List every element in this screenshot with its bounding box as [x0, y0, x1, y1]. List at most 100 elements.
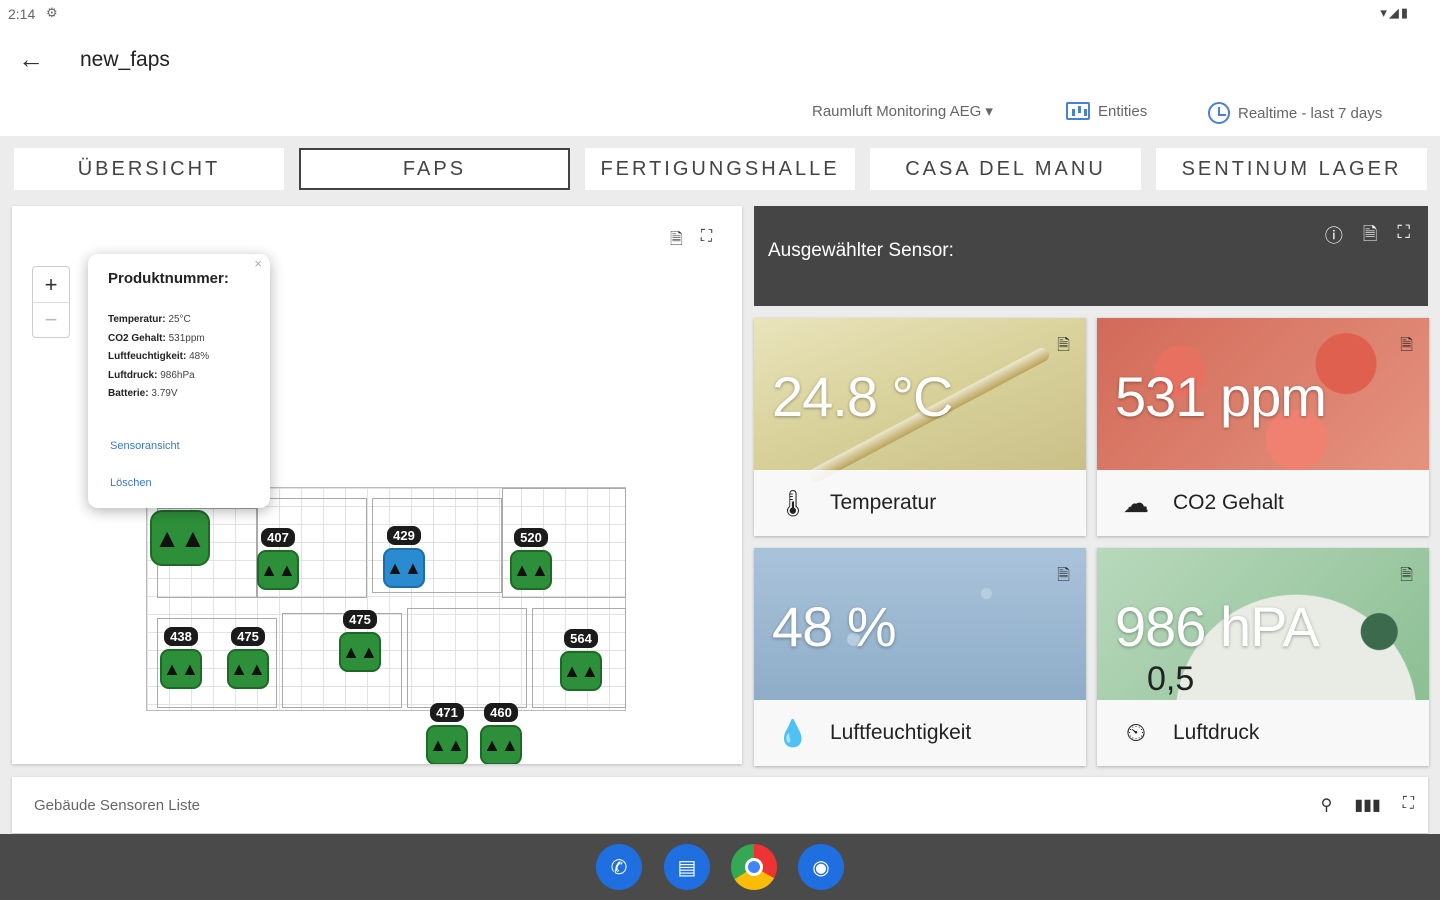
- card-footer: 💧 Luftfeuchtigkeit: [754, 700, 1086, 766]
- sensor-pin-icon: ▲▲: [257, 550, 299, 590]
- popup-row-key: Luftfeuchtigkeit:: [108, 351, 187, 362]
- popup-row-key: Batterie:: [108, 388, 149, 399]
- sensor-view-link[interactable]: Sensoransicht: [110, 440, 180, 452]
- clock-icon: [1208, 102, 1230, 124]
- export-icon[interactable]: 🗎: [1363, 222, 1377, 252]
- export-icon[interactable]: 🗎: [1400, 334, 1413, 361]
- tab-uebersicht[interactable]: ÜBERSICHT: [14, 148, 284, 190]
- humidity-label: Luftfeuchtigkeit: [830, 721, 972, 744]
- entities-label: Entities: [1098, 102, 1148, 120]
- fullscreen-icon[interactable]: ⛶: [1397, 222, 1410, 252]
- droplet-icon: 💧: [776, 717, 810, 748]
- fullscreen-icon[interactable]: ⛶: [1403, 795, 1414, 815]
- selected-sensor-header: Ausgewählter Sensor: ⓘ 🗎 ⛶: [754, 206, 1428, 306]
- tab-casa-del-manu[interactable]: CASA DEL MANU: [870, 148, 1141, 190]
- close-icon[interactable]: ×: [254, 256, 262, 271]
- back-arrow-icon[interactable]: ←: [18, 44, 44, 74]
- popup-row-value: 25°C: [165, 314, 191, 325]
- tab-fertigungshalle[interactable]: FERTIGUNGSHALLE: [585, 148, 855, 190]
- popup-row-value: 48%: [186, 351, 210, 362]
- sensor-marker-label: 520: [514, 528, 548, 547]
- dashboard-select[interactable]: Raumluft Monitoring AEG ▾: [812, 102, 993, 120]
- search-icon[interactable]: ⚲: [1321, 795, 1333, 815]
- sensor-marker-label: 475: [231, 627, 265, 646]
- sensor-pin-icon: ▲▲: [426, 725, 468, 764]
- floor-room: [407, 608, 527, 708]
- card-footer: ☁ CO2 Gehalt: [1097, 470, 1429, 536]
- export-icon[interactable]: 🗎: [1057, 334, 1070, 361]
- humidity-value: 48 %: [772, 595, 897, 658]
- export-icon[interactable]: 🗎: [1057, 564, 1070, 591]
- humidity-card[interactable]: 48 % 🗎 💧 Luftfeuchtigkeit: [754, 548, 1086, 766]
- status-time: 2:14: [8, 6, 36, 22]
- sensor-pin-icon: ▲▲: [227, 649, 269, 689]
- export-icon[interactable]: 🗎: [1400, 564, 1413, 591]
- gauge-dial-label: 0,5: [1147, 660, 1195, 698]
- sensor-marker[interactable]: 429 ▲▲: [383, 526, 425, 588]
- zoom-out-button[interactable]: −: [33, 302, 69, 337]
- entities-button[interactable]: Entities: [1066, 102, 1147, 120]
- sensor-pin-icon: ▲▲: [150, 510, 210, 566]
- temperature-card[interactable]: 24.8 °C 🗎 🌡 Temperatur: [754, 318, 1086, 536]
- floorplan-image: [146, 487, 626, 711]
- sensor-marker[interactable]: 520 ▲▲: [510, 528, 552, 590]
- popup-row: Batterie: 3.79V: [108, 385, 250, 404]
- app-bar: ← new_faps: [0, 30, 1440, 90]
- sensor-pin-icon: ▲▲: [160, 649, 202, 689]
- delete-link[interactable]: Löschen: [110, 477, 152, 489]
- network-battery-icons: ▾◢▮: [1380, 5, 1410, 20]
- timewindow-label: Realtime - last 7 days: [1238, 104, 1383, 122]
- sensor-pin-icon: ▲▲: [480, 725, 522, 764]
- popup-row: Luftdruck: 986hPa: [108, 367, 250, 386]
- dashboard-select-label: Raumluft Monitoring AEG ▾: [812, 103, 993, 120]
- sensor-marker-label: 564: [564, 629, 598, 648]
- popup-row: CO2 Gehalt: 531ppm: [108, 330, 250, 349]
- gauge-icon: ⏲: [1125, 717, 1147, 747]
- messages-app-icon[interactable]: ▤: [664, 844, 710, 890]
- popup-row-value: 3.79V: [148, 388, 178, 399]
- temperature-label: Temperatur: [830, 491, 937, 514]
- sensor-marker[interactable]: 475 ▲▲: [227, 627, 269, 689]
- popup-row-key: CO2 Gehalt:: [108, 332, 166, 344]
- sensor-marker-label: 438: [164, 627, 198, 646]
- co2-value: 531 ppm: [1115, 365, 1327, 428]
- timewindow-button[interactable]: Realtime - last 7 days: [1208, 102, 1382, 124]
- selected-sensor-title: Ausgewählter Sensor:: [768, 240, 954, 261]
- state-tabs: ÜBERSICHT FAPS FERTIGUNGSHALLE CASA DEL …: [0, 136, 1440, 202]
- sensor-pin-icon: ▲▲: [383, 548, 425, 588]
- pressure-card[interactable]: 0,5 986 hPA 🗎 ⏲ Luftdruck: [1097, 548, 1429, 766]
- sensor-marker[interactable]: ▲▲: [150, 510, 210, 566]
- chrome-app-icon[interactable]: [731, 844, 777, 890]
- popup-title: Produktnummer:: [108, 270, 229, 287]
- info-icon[interactable]: ⓘ: [1325, 222, 1343, 252]
- tab-sentinum-lager[interactable]: SENTINUM LAGER: [1156, 148, 1427, 190]
- sensor-marker-label: 429: [387, 526, 421, 545]
- sensor-marker[interactable]: 471 ▲▲: [426, 703, 468, 764]
- sensor-marker-label: 475: [343, 610, 377, 629]
- sensor-marker-label: 471: [430, 703, 464, 722]
- sensor-pin-icon: ▲▲: [339, 632, 381, 672]
- page-title: new_faps: [80, 48, 170, 71]
- columns-icon[interactable]: ▮▮▮: [1354, 795, 1380, 815]
- popup-row-value: 986hPa: [157, 369, 195, 381]
- fullscreen-icon[interactable]: ⛶: [701, 228, 712, 255]
- sensor-marker[interactable]: 564 ▲▲: [560, 629, 602, 691]
- floorplan-map-widget: 🗎 ⛶ ▲▲ 407 ▲▲ 429 ▲▲ 520 ▲▲ 438 ▲▲ 475 ▲…: [12, 206, 742, 764]
- settings-status-icon: ⚙: [46, 5, 58, 20]
- sensor-list-title: Gebäude Sensoren Liste: [34, 797, 200, 814]
- card-footer: ⏲ Luftdruck: [1097, 700, 1429, 766]
- sensor-marker[interactable]: 407 ▲▲: [257, 528, 299, 590]
- map-zoom-control: + −: [32, 266, 70, 338]
- android-taskbar: ✆ ▤ ◉: [0, 834, 1440, 900]
- co2-card[interactable]: 531 ppm 🗎 ☁ CO2 Gehalt: [1097, 318, 1429, 536]
- sensor-marker[interactable]: 475 ▲▲: [339, 610, 381, 672]
- card-footer: 🌡 Temperatur: [754, 470, 1086, 536]
- export-icon[interactable]: 🗎: [670, 228, 683, 255]
- tab-faps[interactable]: FAPS: [299, 148, 570, 190]
- sensor-list-widget: Gebäude Sensoren Liste ⚲ ▮▮▮ ⛶: [12, 777, 1428, 833]
- phone-app-icon[interactable]: ✆: [596, 844, 642, 890]
- sensor-marker[interactable]: 460 ▲▲: [480, 703, 522, 764]
- camera-app-icon[interactable]: ◉: [798, 844, 844, 890]
- sensor-marker[interactable]: 438 ▲▲: [160, 627, 202, 689]
- zoom-in-button[interactable]: +: [33, 267, 69, 302]
